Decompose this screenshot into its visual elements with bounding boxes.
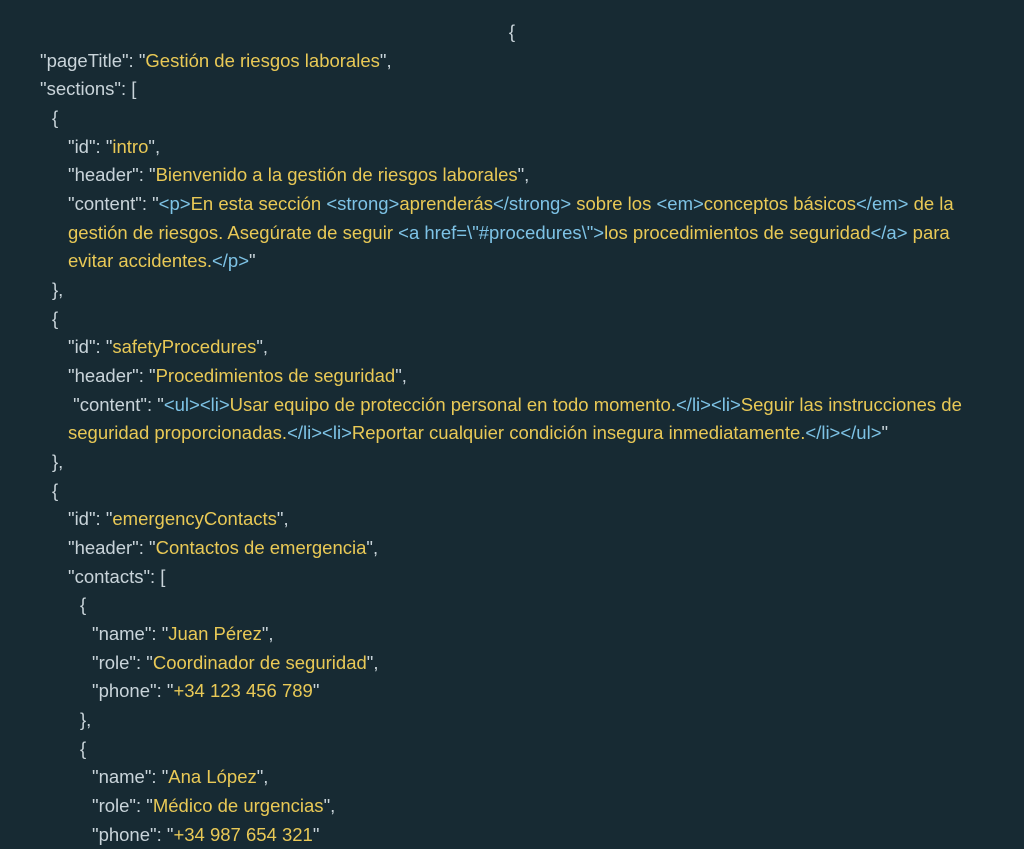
contact-open: { [80,594,86,615]
val-phone-ana: +34 987 654 321 [173,824,312,845]
key-name: "name": " [92,766,168,787]
json-code-block: { "pageTitle": "Gestión de riesgos labor… [30,18,994,849]
contact-open: { [80,738,86,759]
key-header: "header": " [68,537,156,558]
open-brace: { [509,21,515,42]
key-id: "id": " [68,508,112,529]
safety-content-line: "content": "<ul><li>Usar equipo de prote… [30,391,994,448]
key-role: "role": " [92,795,153,816]
val-pageTitle: Gestión de riesgos laborales [145,50,379,71]
val-role-ana: Médico de urgencias [153,795,324,816]
val-id-safety: safetyProcedures [112,336,256,357]
section-close: }, [52,279,63,300]
val-id-intro: intro [112,136,148,157]
section-close: }, [52,451,63,472]
key-name: "name": " [92,623,168,644]
val-role-juan: Coordinador de seguridad [153,652,367,673]
val-header-emergency: Contactos de emergencia [156,537,367,558]
section-open: { [52,107,58,128]
key-header: "header": " [68,164,156,185]
val-phone-juan: +34 123 456 789 [173,680,312,701]
key-phone: "phone": " [92,680,173,701]
key-role: "role": " [92,652,153,673]
key-id: "id": " [68,136,112,157]
val-header-intro: Bienvenido a la gestión de riesgos labor… [156,164,518,185]
key-phone: "phone": " [92,824,173,845]
val-id-emergency: emergencyContacts [112,508,277,529]
contact-close: }, [80,709,91,730]
val-header-safety: Procedimientos de seguridad [156,365,396,386]
key-header: "header": " [68,365,156,386]
section-open: { [52,308,58,329]
key-sections: "sections": [ [40,78,136,99]
val-name-ana: Ana López [168,766,256,787]
key-contacts: "contacts": [ [68,566,165,587]
intro-content-line: "content": "<p>En esta sección <strong>a… [30,190,994,276]
section-open: { [52,480,58,501]
key-pageTitle: "pageTitle": " [40,50,145,71]
key-id: "id": " [68,336,112,357]
val-name-juan: Juan Pérez [168,623,262,644]
